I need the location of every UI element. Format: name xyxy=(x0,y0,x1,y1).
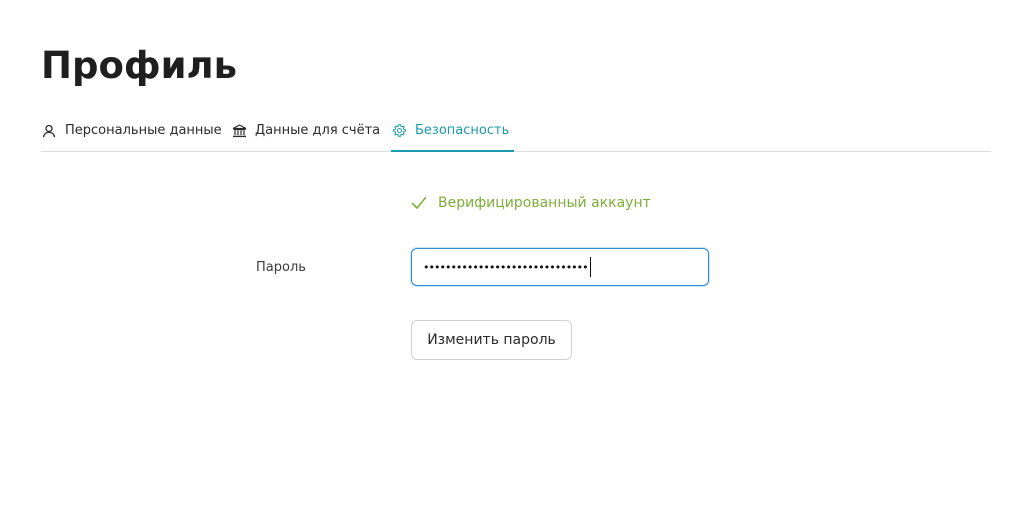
password-value: •••••••••••••••••••••••••••••• xyxy=(423,260,589,274)
password-field[interactable]: •••••••••••••••••••••••••••••• xyxy=(411,248,709,286)
text-caret xyxy=(589,257,591,277)
tab-label: Данные для счёта xyxy=(255,123,381,138)
tab-security[interactable]: Безопасность xyxy=(391,110,515,152)
gear-icon xyxy=(391,123,407,139)
check-icon xyxy=(410,194,428,212)
profile-tabs: Персональные данные Данные для счёта Без… xyxy=(41,110,991,152)
page-title: Профиль xyxy=(41,44,238,87)
user-icon xyxy=(41,123,57,139)
change-password-button[interactable]: Изменить пароль xyxy=(411,320,572,360)
verified-status: Верифицированный аккаунт xyxy=(410,192,651,214)
bank-icon xyxy=(231,123,247,139)
tab-billing-data[interactable]: Данные для счёта xyxy=(231,110,380,151)
password-label: Пароль xyxy=(256,260,306,275)
verified-text: Верифицированный аккаунт xyxy=(438,195,651,211)
tab-label: Персональные данные xyxy=(65,123,222,138)
tab-label: Безопасность xyxy=(415,123,510,138)
tab-personal-data[interactable]: Персональные данные xyxy=(41,110,222,151)
